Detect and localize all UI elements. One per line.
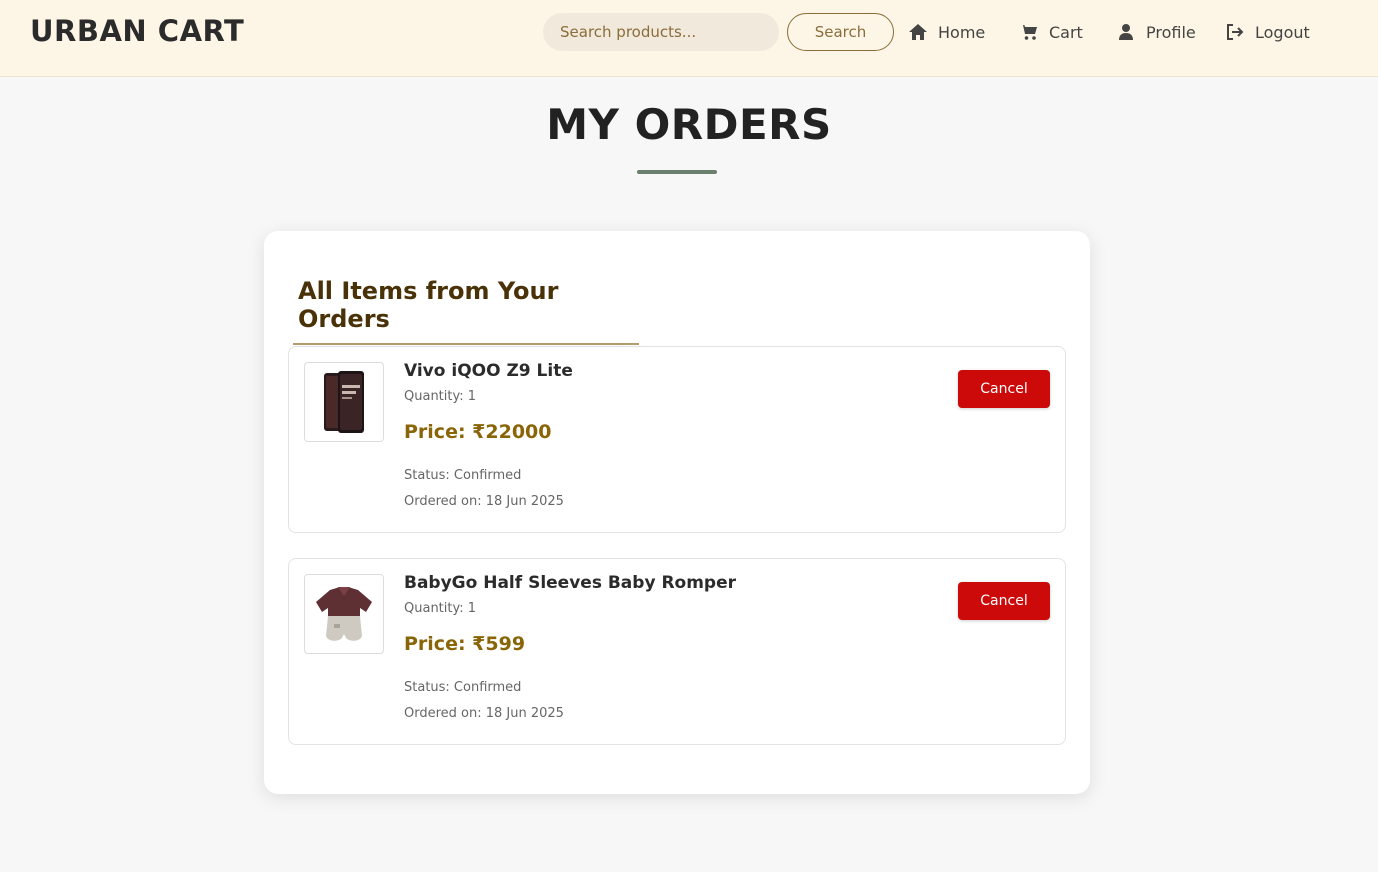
nav-cart-label: Cart bbox=[1049, 22, 1083, 42]
nav-logout-label: Logout bbox=[1255, 22, 1310, 42]
product-thumbnail bbox=[304, 362, 384, 442]
home-icon bbox=[909, 24, 927, 40]
nav-profile-label: Profile bbox=[1146, 22, 1196, 42]
user-icon bbox=[1119, 24, 1133, 40]
order-date: Ordered on: 18 Jun 2025 bbox=[404, 706, 564, 721]
brand-logo[interactable]: URBAN CART bbox=[30, 14, 244, 48]
section-title: All Items from Your Orders bbox=[293, 277, 639, 345]
top-navbar: URBAN CART Search Home Cart Profile Logo… bbox=[0, 0, 1378, 77]
cancel-order-button[interactable]: Cancel bbox=[958, 582, 1050, 620]
order-item: Vivo iQOO Z9 Lite Quantity: 1 Price: ₹22… bbox=[288, 346, 1066, 533]
product-name[interactable]: BabyGo Half Sleeves Baby Romper bbox=[404, 573, 736, 593]
title-underline bbox=[637, 170, 717, 174]
nav-home-label: Home bbox=[938, 22, 986, 42]
orders-card: All Items from Your Orders Vivo iQOO Z9 … bbox=[264, 231, 1090, 794]
product-price: Price: ₹22000 bbox=[404, 421, 552, 443]
order-date: Ordered on: 18 Jun 2025 bbox=[404, 494, 564, 509]
product-quantity: Quantity: 1 bbox=[404, 601, 477, 616]
nav-logout[interactable]: Logout bbox=[1225, 20, 1310, 44]
nav-cart[interactable]: Cart bbox=[1019, 20, 1083, 44]
search-button[interactable]: Search bbox=[787, 13, 894, 51]
product-thumbnail bbox=[304, 574, 384, 654]
cancel-order-button[interactable]: Cancel bbox=[958, 370, 1050, 408]
order-status: Status: Confirmed bbox=[404, 468, 522, 483]
nav-home[interactable]: Home bbox=[908, 20, 985, 44]
product-name[interactable]: Vivo iQOO Z9 Lite bbox=[404, 361, 573, 381]
product-quantity: Quantity: 1 bbox=[404, 389, 477, 404]
search-input[interactable] bbox=[543, 13, 779, 51]
romper-image bbox=[316, 587, 372, 641]
logout-icon bbox=[1227, 24, 1244, 40]
page-title: MY ORDERS bbox=[546, 100, 832, 149]
product-price: Price: ₹599 bbox=[404, 633, 526, 655]
nav-profile[interactable]: Profile bbox=[1116, 20, 1196, 44]
order-item: BabyGo Half Sleeves Baby Romper Quantity… bbox=[288, 558, 1066, 745]
cart-icon bbox=[1020, 25, 1037, 40]
order-status: Status: Confirmed bbox=[404, 680, 522, 695]
phone-image bbox=[324, 371, 364, 433]
